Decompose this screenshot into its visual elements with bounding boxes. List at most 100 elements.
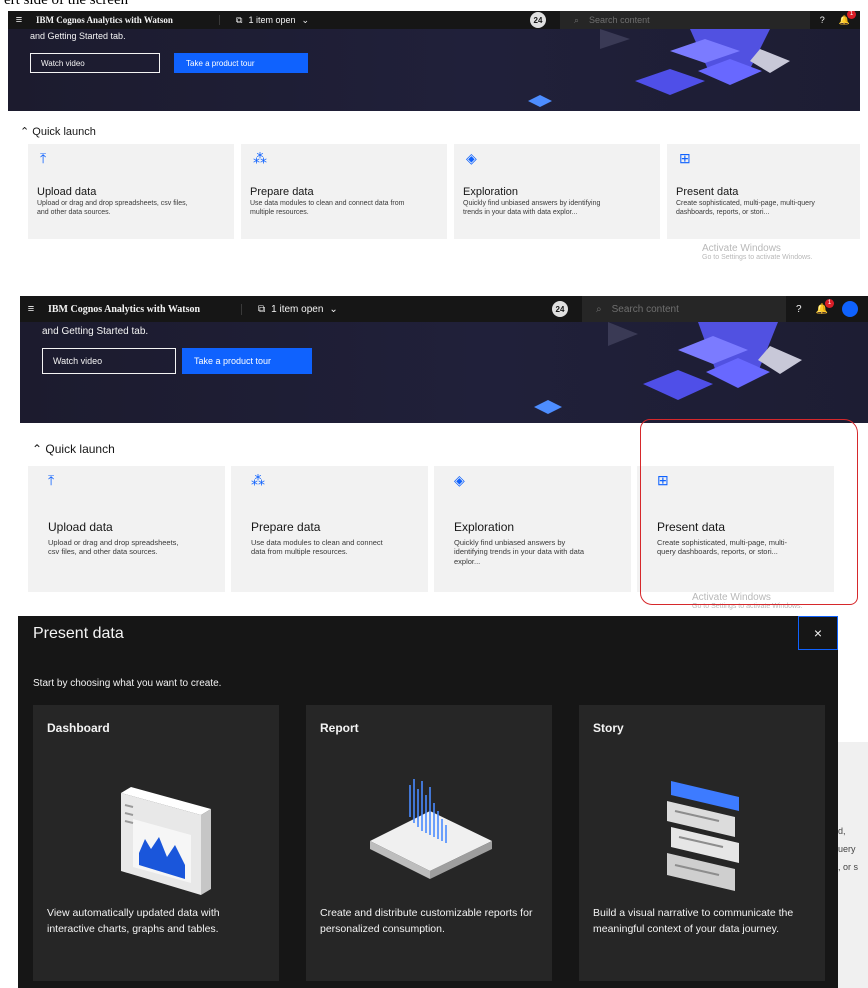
user-badge[interactable]: 24 xyxy=(530,12,546,28)
notification-bell-icon[interactable]: 🔔 1 xyxy=(816,298,834,315)
dashboard-illustration xyxy=(121,787,211,895)
story-illustration xyxy=(667,781,739,891)
user-badge[interactable]: 24 xyxy=(552,301,568,317)
windows-icon: ⧉ xyxy=(236,14,243,25)
presentation-icon: ⊞ xyxy=(657,472,669,488)
cubes-illustration xyxy=(528,29,790,107)
app-title: IBM Cognos Analytics with Watson xyxy=(42,303,242,315)
tile-title: Prepare data xyxy=(251,520,321,534)
product-tour-button[interactable]: Take a product tour xyxy=(182,348,312,374)
open-items-label: 1 item open xyxy=(248,15,296,25)
search-placeholder: Search content xyxy=(589,15,650,25)
tile-description: Quickly find unbiased answers by identif… xyxy=(454,538,585,566)
tile-prepare-data[interactable]: ⁂ Prepare data Use data modules to clean… xyxy=(241,144,447,239)
tile-exploration[interactable]: ◈ Exploration Quickly find unbiased answ… xyxy=(434,466,631,592)
upload-icon: ⤒ xyxy=(48,472,55,488)
tile-title: Prepare data xyxy=(250,186,314,198)
tile-description: Create sophisticated, multi-page, multi-… xyxy=(657,538,788,557)
notification-bell-icon[interactable]: 🔔 1 xyxy=(839,11,856,26)
screenshot-section-2: ≡ IBM Cognos Analytics with Watson ⧉ 1 i… xyxy=(20,296,868,612)
screenshot-section-1: ≡ IBM Cognos Analytics with Watson ⧉ 1 i… xyxy=(8,11,860,276)
dashboard-card[interactable]: Dashboard View automatically updated dat… xyxy=(33,705,279,981)
tile-title: Exploration xyxy=(463,186,519,198)
tile-upload-data[interactable]: ⤒ Upload data Upload or drag and drop sp… xyxy=(28,466,225,592)
card-title: Report xyxy=(320,721,359,735)
top-navigation-bar: ≡ IBM Cognos Analytics with Watson ⧉ 1 i… xyxy=(20,296,868,322)
help-icon[interactable]: ? xyxy=(820,15,825,25)
close-button[interactable]: × xyxy=(798,616,838,650)
report-card[interactable]: Report Create and distribute customizabl… xyxy=(306,705,552,981)
card-description: Create and distribute customizable repor… xyxy=(320,907,533,936)
watch-video-button[interactable]: Watch video xyxy=(30,53,160,73)
document-caption: ert side of the screen xyxy=(4,0,129,8)
product-tour-button[interactable]: Take a product tour xyxy=(174,53,308,73)
tile-title: Upload data xyxy=(37,186,97,198)
notification-count: 1 xyxy=(825,298,834,308)
banner-text: and Getting Started tab. xyxy=(42,326,149,337)
dialog-subtitle: Start by choosing what you want to creat… xyxy=(33,678,222,689)
dialog-title: Present data xyxy=(33,625,124,642)
activate-sub: Go to Settings to activate Windows. xyxy=(692,603,803,610)
open-items-switcher[interactable]: ⧉ 1 item open ⌄ xyxy=(242,304,552,315)
tile-description: Create sophisticated, multi-page, multi-… xyxy=(676,200,815,216)
tile-title: Present data xyxy=(676,186,739,198)
welcome-banner: and Getting Started tab. Watch video Tak… xyxy=(20,322,868,423)
activate-windows-watermark: Activate Windows Go to Settings to activ… xyxy=(702,243,813,261)
cubes-illustration xyxy=(534,322,802,414)
search-placeholder: Search content xyxy=(611,303,679,315)
report-illustration xyxy=(370,779,492,879)
data-module-icon: ⁂ xyxy=(251,472,265,488)
quick-launch-tiles: ⤒ Upload data Upload or drag and drop sp… xyxy=(28,144,860,239)
banner-text: and Getting Started tab. xyxy=(30,31,126,41)
quick-launch-toggle[interactable]: ⌃ Quick launch xyxy=(20,125,96,138)
help-icon[interactable]: ? xyxy=(796,304,802,315)
fragment-text: uery xyxy=(838,844,856,854)
tile-exploration[interactable]: ◈ Exploration Quickly find unbiased answ… xyxy=(454,144,660,239)
quick-launch-tiles: ⤒ Upload data Upload or drag and drop sp… xyxy=(28,466,834,592)
open-items-switcher[interactable]: ⧉ 1 item open ⌄ xyxy=(220,15,530,26)
activate-windows-watermark: Activate Windows Go to Settings to activ… xyxy=(692,592,803,610)
card-description: View automatically updated data with int… xyxy=(47,907,220,936)
exploration-icon: ◈ xyxy=(466,150,477,166)
tile-description: Upload or drag and drop spreadsheets, cs… xyxy=(48,538,179,557)
close-icon: × xyxy=(813,625,823,641)
quick-launch-label: Quick launch xyxy=(45,442,115,456)
activate-title: Activate Windows xyxy=(702,243,781,254)
presentation-icon: ⊞ xyxy=(679,150,691,166)
tile-title: Exploration xyxy=(454,520,515,534)
present-data-dialog: Present data × Start by choosing what yo… xyxy=(18,616,838,988)
welcome-banner: and Getting Started tab. Watch video Tak… xyxy=(8,29,860,111)
upload-icon: ⤒ xyxy=(40,150,47,166)
top-navigation-bar: ≡ IBM Cognos Analytics with Watson ⧉ 1 i… xyxy=(8,11,860,29)
activate-sub: Go to Settings to activate Windows. xyxy=(702,254,813,261)
card-title: Dashboard xyxy=(47,721,110,735)
hamburger-menu-icon[interactable]: ≡ xyxy=(8,14,30,26)
tile-title: Present data xyxy=(657,520,726,534)
tile-description: Quickly find unbiased answers by identif… xyxy=(463,200,601,216)
search-icon: ⌕ xyxy=(574,14,580,25)
search-bar[interactable]: ⌕ Search content xyxy=(582,296,786,322)
quick-launch-toggle[interactable]: ⌃ Quick launch xyxy=(32,442,115,456)
tile-present-data[interactable]: ⊞ Present data Create sophisticated, mul… xyxy=(667,144,860,239)
card-description: Build a visual narrative to communicate … xyxy=(593,907,794,936)
chevron-down-icon: ⌄ xyxy=(301,14,310,25)
hamburger-menu-icon[interactable]: ≡ xyxy=(20,303,42,315)
watch-video-button[interactable]: Watch video xyxy=(42,348,176,374)
chevron-down-icon: ⌄ xyxy=(329,303,338,315)
card-title: Story xyxy=(593,721,624,735)
tile-prepare-data[interactable]: ⁂ Prepare data Use data modules to clean… xyxy=(231,466,428,592)
story-card[interactable]: Story Build a visual narrative to commun… xyxy=(579,705,825,981)
activate-title: Activate Windows xyxy=(692,592,771,603)
fragment-text: d, xyxy=(838,826,846,836)
tile-present-data[interactable]: ⊞ Present data Create sophisticated, mul… xyxy=(637,466,834,592)
open-items-label: 1 item open xyxy=(271,303,324,315)
fragment-text: , or s xyxy=(838,862,859,872)
tile-description: Use data modules to clean and connect da… xyxy=(250,200,405,216)
search-bar[interactable]: ⌕ Search content xyxy=(560,11,810,29)
exploration-icon: ◈ xyxy=(454,472,465,488)
tile-description: Upload or drag and drop spreadsheets, cs… xyxy=(37,200,188,216)
windows-icon: ⧉ xyxy=(258,303,266,315)
tile-upload-data[interactable]: ⤒ Upload data Upload or drag and drop sp… xyxy=(28,144,234,239)
data-module-icon: ⁂ xyxy=(253,150,267,166)
avatar[interactable] xyxy=(842,301,858,317)
